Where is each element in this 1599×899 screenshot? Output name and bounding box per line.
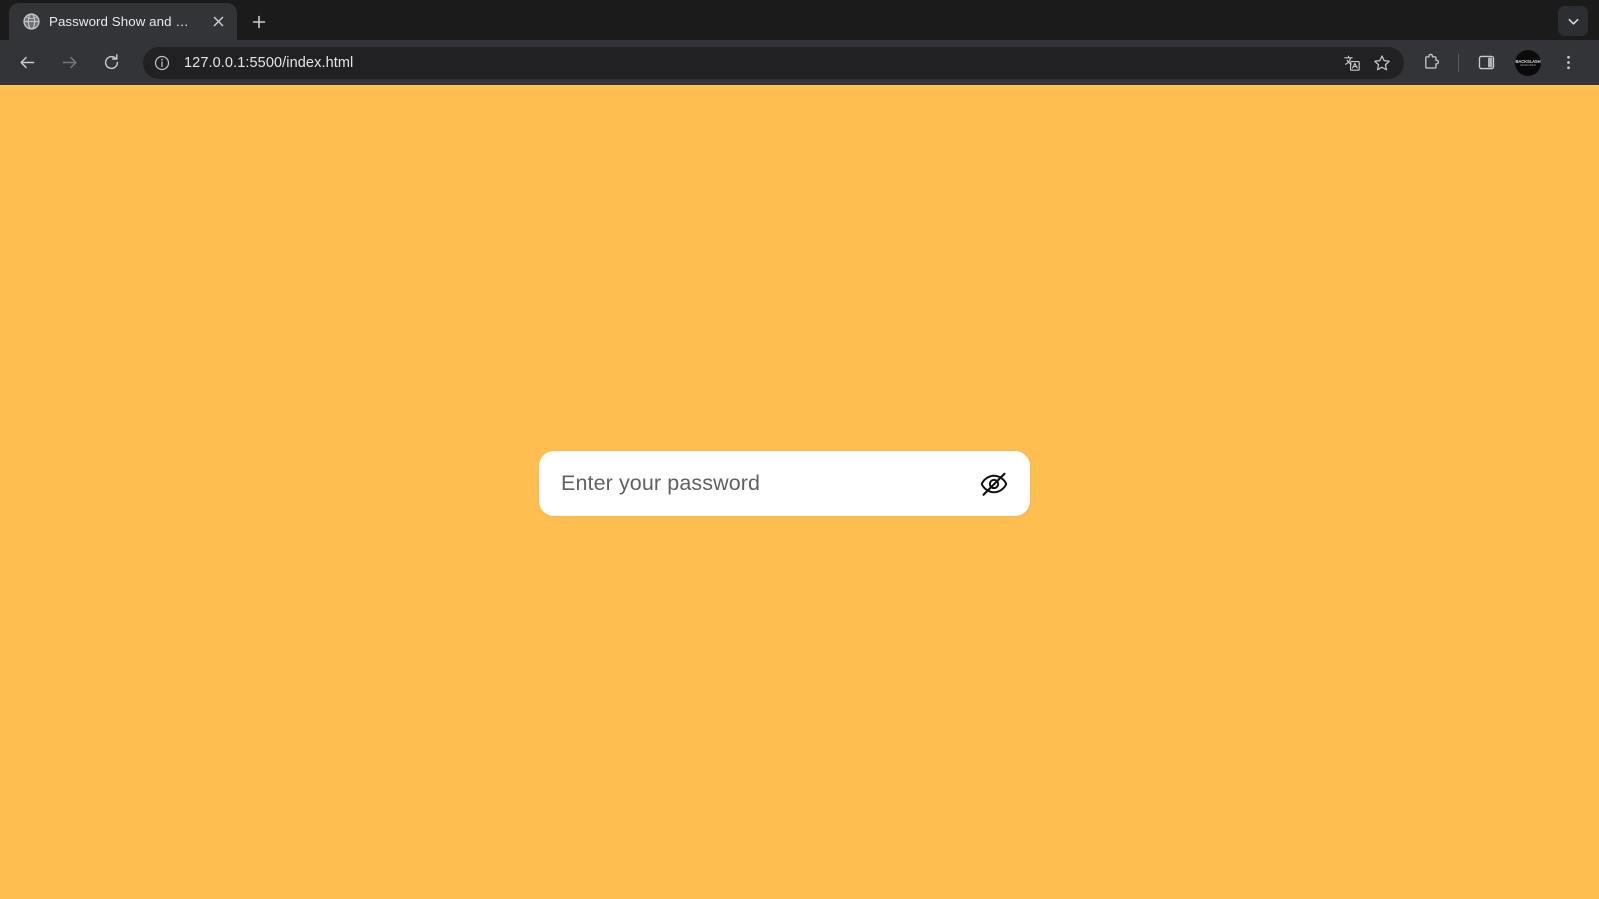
info-circle-icon[interactable] (149, 50, 175, 76)
reload-button[interactable] (95, 47, 127, 79)
chevron-down-icon (1568, 18, 1578, 25)
reload-icon (104, 54, 118, 70)
password-field-card (539, 451, 1030, 516)
chrome-menu-button[interactable] (1552, 47, 1584, 79)
three-dot-menu-icon (1566, 55, 1570, 70)
tab-search-button[interactable] (1558, 6, 1588, 36)
side-panel-button[interactable] (1470, 47, 1502, 79)
eye-slash-icon[interactable] (977, 467, 1011, 501)
address-bar[interactable]: 127.0.0.1:5500/index.html (143, 46, 1404, 79)
globe-icon (23, 13, 40, 30)
toolbar-divider (1458, 53, 1459, 72)
bookmark-star-icon[interactable] (1368, 49, 1396, 77)
close-tab-icon[interactable] (207, 11, 229, 33)
back-button[interactable] (11, 47, 43, 79)
page-viewport (0, 85, 1599, 899)
url-text: 127.0.0.1:5500/index.html (184, 54, 354, 71)
forward-arrow-icon (62, 56, 77, 69)
password-input[interactable] (561, 451, 971, 516)
tab-strip: Password Show and Hide (0, 0, 1599, 40)
back-arrow-icon (19, 56, 34, 69)
tab-title: Password Show and Hide (49, 14, 198, 29)
browser-toolbar: 127.0.0.1:5500/index.html BACKSLASH DEVE… (0, 40, 1599, 85)
forward-button[interactable] (53, 47, 85, 79)
translate-icon[interactable] (1338, 49, 1366, 77)
puzzle-piece-icon (1424, 53, 1439, 69)
side-panel-icon (1478, 55, 1494, 70)
browser-window: Password Show and Hide 127.0.0.1:5500/in… (0, 0, 1599, 899)
browser-tab-active[interactable]: Password Show and Hide (9, 3, 237, 40)
extensions-button[interactable] (1415, 47, 1447, 79)
avatar-line-2: DEVELOPER (1520, 63, 1536, 67)
new-tab-button[interactable] (244, 7, 274, 37)
profile-avatar[interactable]: BACKSLASH DEVELOPER (1515, 49, 1541, 76)
